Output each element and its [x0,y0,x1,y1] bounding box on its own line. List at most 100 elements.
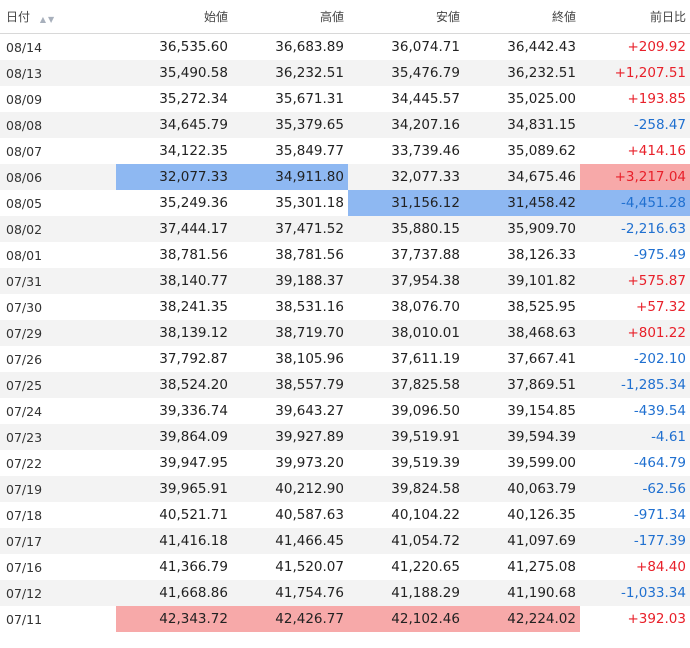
low-cell: 36,074.71 [391,39,460,55]
table-row[interactable]: 08/14 36,535.60 36,683.89 36,074.71 36,442.4… [0,34,690,61]
open-cell: 37,444.17 [116,216,232,242]
table-row[interactable]: 07/26 37,792.87 38,105.96 37,611.19 37,667.4… [0,346,690,372]
open-cell: 40,521.71 [159,507,228,523]
date-cell: 07/19 [0,476,116,502]
high-cell: 42,426.77 [232,606,348,632]
table-row[interactable]: 07/11 42,343.72 42,426.77 42,102.46 42,224.0… [0,606,690,632]
change-cell: -202.10 [633,351,686,367]
date-cell: 08/06 [0,164,116,190]
low-cell: 39,824.58 [348,476,464,502]
low-cell: 40,104.22 [391,507,460,523]
low-cell: 37,825.58 [348,372,464,398]
open-cell: 38,241.35 [159,299,228,315]
open-column-header[interactable]: 始値 [116,0,232,34]
table-row[interactable]: 07/18 40,521.71 40,587.63 40,104.22 40,126.3… [0,502,690,528]
date-cell: 07/26 [6,351,43,367]
open-cell: 35,272.34 [159,91,228,107]
table-row[interactable]: 07/12 41,668.86 41,754.76 41,188.29 41,190.6… [0,580,690,606]
date-cell: 08/02 [0,216,116,242]
open-cell: 38,139.12 [116,320,232,346]
low-cell: 39,519.91 [348,424,464,450]
low-cell: 41,188.29 [348,580,464,606]
table-row[interactable]: 08/06 32,077.33 34,911.80 32,077.33 34,675.4… [0,164,690,190]
date-cell: 08/09 [6,91,43,107]
change-cell: +1,207.51 [580,60,690,86]
table-row[interactable]: 07/16 41,366.79 41,520.07 41,220.65 41,275.0… [0,554,690,580]
low-cell: 37,611.19 [391,351,460,367]
table-row[interactable]: 07/22 39,947.95 39,973.20 39,519.39 39,599.0… [0,450,690,476]
date-cell: 08/01 [6,247,43,263]
open-cell: 36,535.60 [159,39,228,55]
table-row[interactable]: 07/29 38,139.12 38,719.70 38,010.01 38,468.6… [0,320,690,346]
change-cell: +193.85 [627,91,686,107]
low-cell: 33,739.46 [391,143,460,159]
close-cell: 34,675.46 [464,164,580,190]
high-cell: 39,973.20 [275,455,344,471]
close-column-header[interactable]: 終値 [464,0,580,34]
low-cell: 38,076.70 [391,299,460,315]
change-column-header[interactable]: 前日比 [580,0,690,34]
date-column-header[interactable]: 日付 ▲ ▼ [0,0,116,34]
change-cell: -4,451.28 [580,190,690,216]
open-cell: 37,792.87 [159,351,228,367]
change-cell: -177.39 [580,528,690,554]
change-cell: +57.32 [636,299,686,315]
low-cell: 37,954.38 [348,268,464,294]
table-row[interactable]: 08/05 35,249.36 35,301.18 31,156.12 31,458.4… [0,190,690,216]
change-cell: +209.92 [627,39,686,55]
high-cell: 40,212.90 [232,476,348,502]
sort-asc-icon[interactable]: ▲ [40,15,46,24]
table-row[interactable]: 07/24 39,336.74 39,643.27 39,096.50 39,154.8… [0,398,690,424]
date-cell: 07/31 [0,268,116,294]
change-cell: -439.54 [633,403,686,419]
table-row[interactable]: 07/31 38,140.77 39,188.37 37,954.38 39,101.8… [0,268,690,294]
table-row[interactable]: 07/23 39,864.09 39,927.89 39,519.91 39,594.3… [0,424,690,450]
date-cell: 07/16 [6,559,43,575]
sort-controls[interactable]: ▲ ▼ [38,11,54,25]
low-column-header[interactable]: 安値 [348,0,464,34]
change-cell: +801.22 [580,320,690,346]
sort-desc-icon[interactable]: ▼ [48,15,54,24]
table-row[interactable]: 08/07 34,122.35 35,849.77 33,739.46 35,089.6… [0,138,690,164]
table-row[interactable]: 08/08 34,645.79 35,379.65 34,207.16 34,831.1… [0,112,690,138]
price-table: 日付 ▲ ▼ 始値 高値 安値 終値 前日比 08/14 36,535.60 36,6… [0,0,690,632]
change-cell: -2,216.63 [580,216,690,242]
high-cell: 38,557.79 [232,372,348,398]
close-cell: 38,468.63 [464,320,580,346]
high-cell: 40,587.63 [275,507,344,523]
high-cell: 38,781.56 [275,247,344,263]
change-cell: -971.34 [633,507,686,523]
open-cell: 34,645.79 [116,112,232,138]
high-cell: 36,683.89 [275,39,344,55]
high-column-header[interactable]: 高値 [232,0,348,34]
date-cell: 08/08 [0,112,116,138]
high-cell: 38,531.16 [275,299,344,315]
high-cell: 39,643.27 [275,403,344,419]
change-cell: -62.56 [580,476,690,502]
close-cell: 38,525.95 [507,299,576,315]
close-cell: 31,458.42 [464,190,580,216]
low-cell: 32,077.33 [348,164,464,190]
table-row[interactable]: 07/30 38,241.35 38,531.16 38,076.70 38,525.9… [0,294,690,320]
low-cell: 39,096.50 [391,403,460,419]
close-cell: 40,126.35 [507,507,576,523]
table-row[interactable]: 08/09 35,272.34 35,671.31 34,445.57 35,025.0… [0,86,690,112]
low-cell: 41,220.65 [391,559,460,575]
table-row[interactable]: 08/01 38,781.56 38,781.56 37,737.88 38,126.3… [0,242,690,268]
change-cell: -1,033.34 [580,580,690,606]
table-row[interactable]: 08/13 35,490.58 36,232.51 35,476.79 36,232.5… [0,60,690,86]
low-cell: 35,476.79 [348,60,464,86]
change-cell: -1,285.34 [580,372,690,398]
close-cell: 38,126.33 [507,247,576,263]
close-cell: 40,063.79 [464,476,580,502]
low-cell: 41,054.72 [348,528,464,554]
date-cell: 07/29 [0,320,116,346]
date-header-label: 日付 [6,10,31,24]
high-cell: 35,671.31 [275,91,344,107]
table-row[interactable]: 07/19 39,965.91 40,212.90 39,824.58 40,063.7… [0,476,690,502]
close-cell: 35,089.62 [507,143,576,159]
table-row[interactable]: 07/17 41,416.18 41,466.45 41,054.72 41,097.6… [0,528,690,554]
table-row[interactable]: 07/25 38,524.20 38,557.79 37,825.58 37,869.5… [0,372,690,398]
change-cell: +3,217.04 [580,164,690,190]
table-row[interactable]: 08/02 37,444.17 37,471.52 35,880.15 35,909.7… [0,216,690,242]
